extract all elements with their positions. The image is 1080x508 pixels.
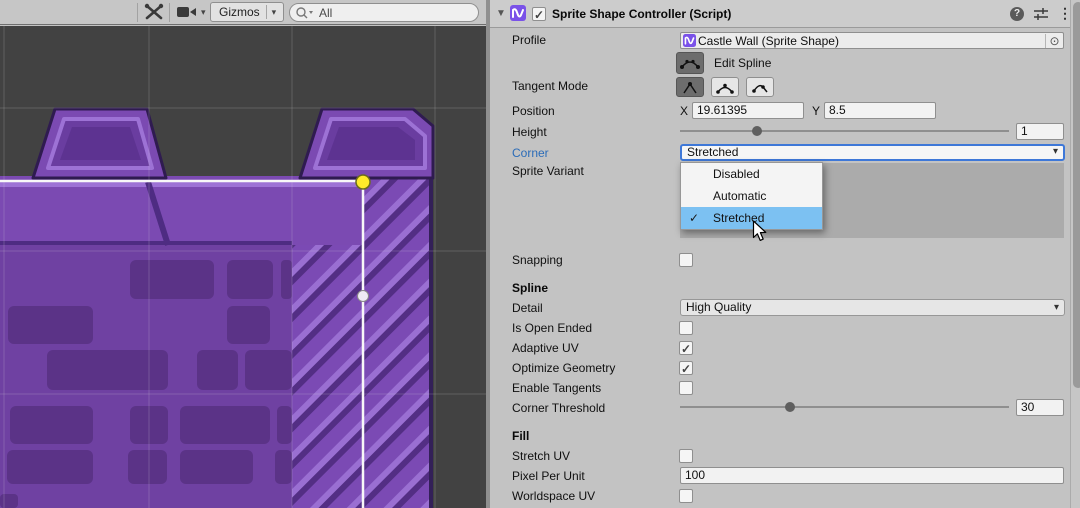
spline-section-title: Spline [512, 280, 548, 296]
profile-label: Profile [512, 32, 546, 48]
component-title: Sprite Shape Controller (Script) [552, 7, 731, 21]
optimize-geometry-checkbox[interactable] [679, 361, 693, 375]
position-label: Position [512, 103, 555, 119]
detail-dropdown[interactable]: High Quality ▾ [680, 299, 1065, 316]
spline-icon [680, 56, 700, 70]
tangent-mode-label: Tangent Mode [512, 78, 588, 94]
object-picker-icon[interactable]: ⊙ [1045, 34, 1063, 48]
menu-item-automatic[interactable]: Automatic [681, 185, 822, 207]
corner-dropdown-value: Stretched [687, 145, 738, 159]
pixel-per-unit-label: Pixel Per Unit [512, 468, 585, 484]
spline-point[interactable] [358, 291, 369, 302]
stretch-uv-label: Stretch UV [512, 448, 570, 464]
tangent-broken-button[interactable] [746, 77, 774, 97]
menu-item-disabled[interactable]: Disabled [681, 163, 822, 185]
detail-label: Detail [512, 300, 543, 316]
scene-toolbar: ▾ Gizmos ▾ All [0, 0, 486, 25]
detail-dropdown-value: High Quality [686, 300, 751, 314]
adaptive-uv-label: Adaptive UV [512, 340, 579, 356]
unity-editor-window: ▾ Gizmos ▾ All [0, 0, 1080, 508]
sprite-variant-label: Sprite Variant [512, 163, 584, 179]
chevron-down-icon: ▾ [1054, 300, 1059, 315]
edit-spline-button[interactable] [676, 52, 704, 74]
height-label: Height [512, 124, 547, 140]
chevron-down-icon[interactable]: ▾ [267, 7, 282, 18]
scene-view[interactable] [0, 26, 486, 508]
presets-icon[interactable] [1034, 8, 1048, 23]
is-open-ended-label: Is Open Ended [512, 320, 592, 336]
sprite-shape-icon [510, 5, 526, 24]
scene-artwork [0, 26, 486, 508]
search-icon [295, 6, 315, 19]
position-y-field[interactable]: 8.5 [824, 102, 936, 119]
tangent-linear-icon [682, 81, 698, 94]
enable-tangents-label: Enable Tangents [512, 380, 601, 396]
toolbar-separator [137, 3, 138, 22]
component-enabled-checkbox[interactable] [532, 7, 546, 21]
scene-pane: ▾ Gizmos ▾ All [0, 0, 486, 508]
worldspace-uv-checkbox[interactable] [679, 489, 693, 503]
edit-spline-label: Edit Spline [714, 55, 771, 71]
corner-threshold-slider-track[interactable] [680, 406, 1009, 408]
chevron-down-icon: ▾ [1053, 145, 1058, 158]
merlon-left [33, 109, 166, 178]
tangent-broken-icon [751, 81, 769, 94]
position-y-label: Y [812, 103, 820, 119]
sprite-shape-icon [683, 34, 696, 47]
profile-value: Castle Wall (Sprite Shape) [696, 34, 1045, 48]
camera-icon [176, 5, 198, 19]
mouse-cursor [752, 220, 767, 242]
gizmos-label: Gizmos [211, 5, 266, 19]
corner-label: Corner [512, 145, 549, 161]
scrollbar-thumb[interactable] [1073, 2, 1080, 388]
snapping-checkbox[interactable] [679, 253, 693, 267]
corner-threshold-label: Corner Threshold [512, 400, 605, 416]
snapping-label: Snapping [512, 252, 563, 268]
inspector-panel: ▼ Sprite Shape Controller (Script) ? ⋮ [486, 0, 1080, 508]
component-header: ▼ Sprite Shape Controller (Script) ? ⋮ [490, 0, 1080, 28]
is-open-ended-checkbox[interactable] [679, 321, 693, 335]
toolbar-separator [169, 3, 170, 22]
help-icon[interactable]: ? [1010, 7, 1024, 21]
height-value-field[interactable]: 1 [1016, 123, 1064, 140]
optimize-geometry-label: Optimize Geometry [512, 360, 615, 376]
height-slider-track[interactable] [680, 130, 1009, 132]
position-x-field[interactable]: 19.61395 [692, 102, 804, 119]
enable-tangents-checkbox[interactable] [679, 381, 693, 395]
position-x-label: X [680, 103, 688, 119]
corner-threshold-value-field[interactable]: 30 [1016, 399, 1064, 416]
gizmos-button[interactable]: Gizmos ▾ [210, 2, 284, 22]
tools-icon [143, 2, 165, 22]
tangent-continuous-icon [716, 81, 734, 94]
merlon-right [300, 109, 433, 178]
tool-settings-button[interactable] [143, 2, 165, 22]
fill-section-title: Fill [512, 428, 529, 444]
scene-search-input[interactable]: All [289, 3, 479, 22]
search-value: All [315, 6, 332, 20]
tangent-continuous-button[interactable] [711, 77, 739, 97]
stretch-uv-checkbox[interactable] [679, 449, 693, 463]
foldout-arrow-icon[interactable]: ▼ [496, 8, 506, 19]
profile-object-field[interactable]: Castle Wall (Sprite Shape) ⊙ [680, 32, 1064, 49]
spline-point-selected[interactable] [356, 175, 370, 189]
check-icon [689, 207, 699, 229]
scene-camera-button[interactable]: ▾ [176, 2, 206, 22]
corner-dropdown[interactable]: Stretched ▾ [680, 144, 1065, 161]
corner-threshold-slider-handle[interactable] [785, 402, 795, 412]
adaptive-uv-checkbox[interactable] [679, 341, 693, 355]
height-slider-handle[interactable] [752, 126, 762, 136]
pixel-per-unit-field[interactable]: 100 [680, 467, 1064, 484]
chevron-down-icon: ▾ [198, 7, 206, 18]
inspector-scrollbar[interactable] [1070, 0, 1080, 508]
worldspace-uv-label: Worldspace UV [512, 488, 595, 504]
tangent-linear-button[interactable] [676, 77, 704, 97]
